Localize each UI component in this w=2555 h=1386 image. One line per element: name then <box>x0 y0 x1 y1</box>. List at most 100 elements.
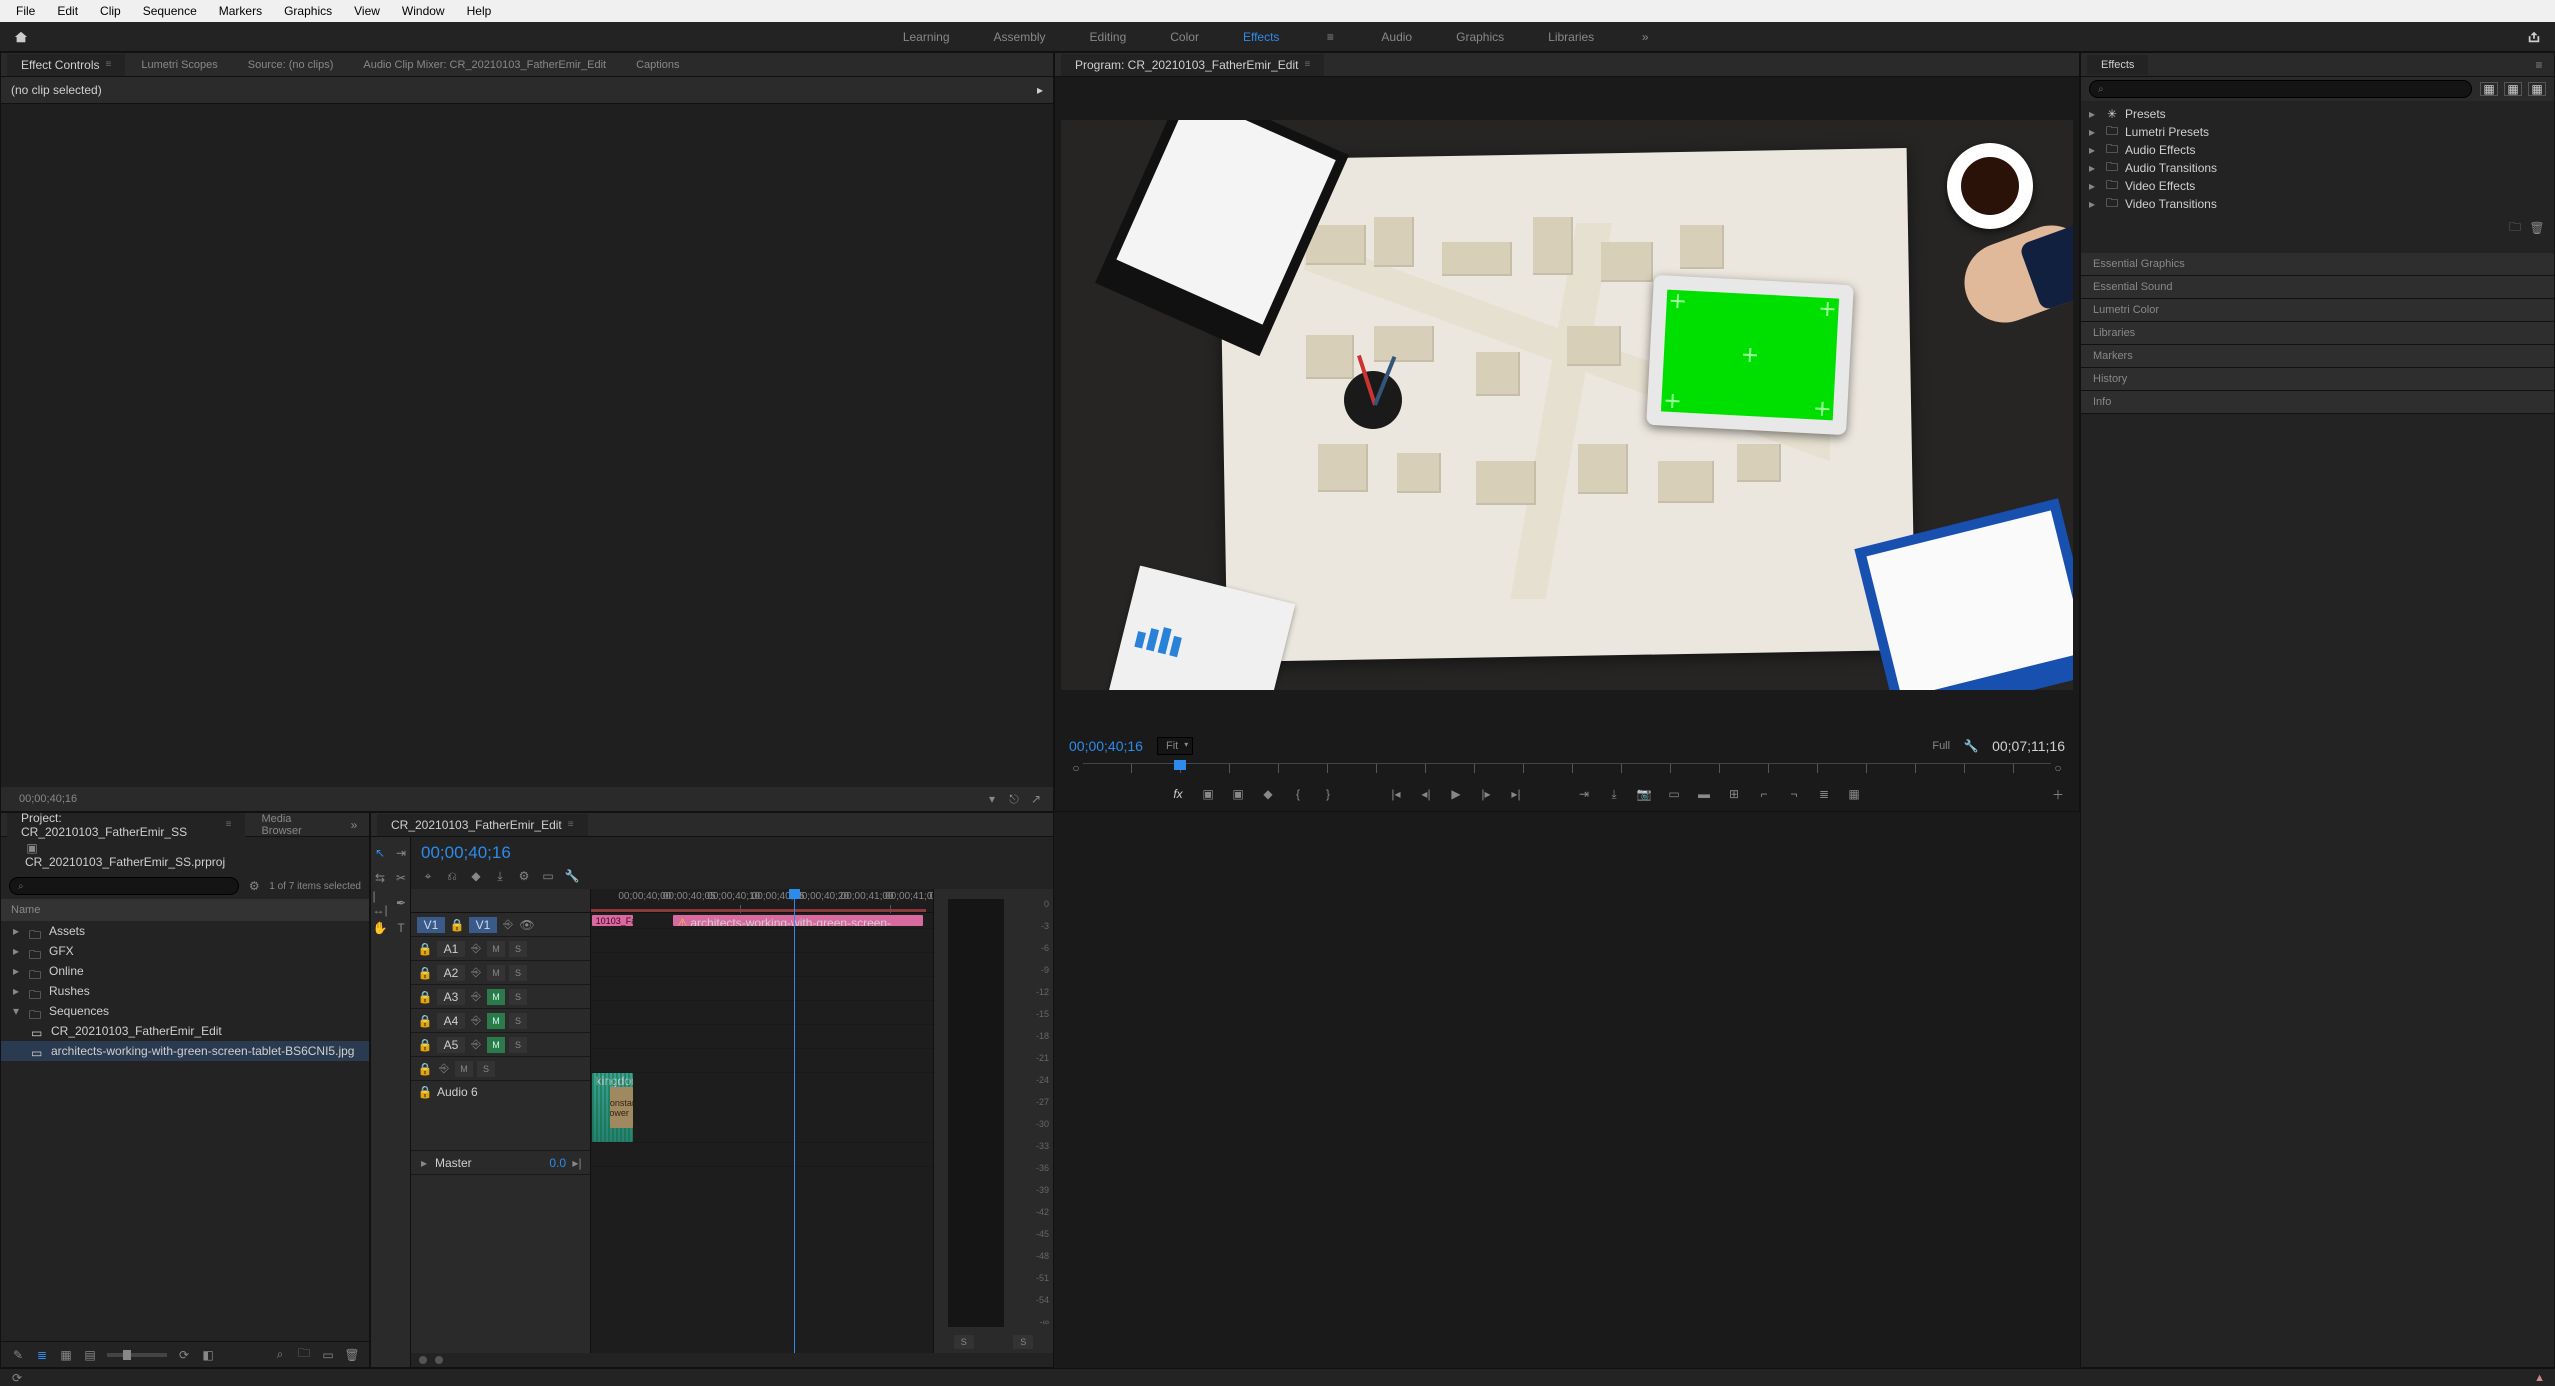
track-target-v1[interactable]: V1 <box>469 917 497 933</box>
menu-view[interactable]: View <box>344 2 390 20</box>
workspace-audio[interactable]: Audio <box>1381 30 1412 44</box>
track-head-unused[interactable]: 🔒⎆MS <box>411 1057 590 1081</box>
find-icon[interactable]: ⌕ <box>273 1348 287 1362</box>
step-forward-icon[interactable]: |▸ <box>1477 785 1495 803</box>
workspace-editing[interactable]: Editing <box>1090 30 1127 44</box>
meter-solo-left[interactable]: S <box>954 1335 974 1349</box>
panel-info[interactable]: Info <box>2081 391 2554 414</box>
clip-v1-image[interactable]: ⚠ architects-working-with-green-screen-t… <box>673 915 923 926</box>
menu-sequence[interactable]: Sequence <box>133 2 207 20</box>
folder-presets[interactable]: ▸✳Presets <box>2089 105 2546 123</box>
panel-lumetri-color[interactable]: Lumetri Color <box>2081 299 2554 322</box>
menu-edit[interactable]: Edit <box>47 2 88 20</box>
solo-button[interactable]: S <box>477 1061 495 1077</box>
freeform-view-icon[interactable]: ▤ <box>83 1348 97 1362</box>
menu-graphics[interactable]: Graphics <box>274 2 342 20</box>
track-extra[interactable] <box>591 1049 933 1073</box>
workspace-effects[interactable]: Effects <box>1243 30 1279 44</box>
export-icon[interactable]: ↗ <box>1029 792 1043 806</box>
go-to-out-icon[interactable]: ▸| <box>1507 785 1525 803</box>
thumbnail-size-slider[interactable] <box>107 1353 167 1357</box>
panel-libraries[interactable]: Libraries <box>2081 322 2554 345</box>
bin-rushes[interactable]: ▸🗀Rushes <box>1 981 369 1001</box>
program-viewer[interactable] <box>1061 120 2073 690</box>
panel-markers[interactable]: Markers <box>2081 345 2554 368</box>
bin-online[interactable]: ▸🗀Online <box>1 961 369 981</box>
tab-menu-icon[interactable]: ≡ <box>105 59 111 70</box>
sort-icon[interactable]: ⟳ <box>177 1348 191 1362</box>
add-button-icon[interactable]: ＋ <box>2049 785 2067 803</box>
menu-help[interactable]: Help <box>457 2 502 20</box>
yuv-effects-icon[interactable]: ▦ <box>2528 82 2546 96</box>
project-search-input[interactable]: ⌕ <box>9 877 239 895</box>
menu-file[interactable]: File <box>6 2 45 20</box>
program-timecode-left[interactable]: 00;00;40;16 <box>1069 738 1143 754</box>
link-icon[interactable]: ⎌ <box>445 869 459 883</box>
timeline-ruler[interactable]: 00;00;40;00 00;00;40;05 00;00;40;10 00;0… <box>591 889 933 912</box>
lock-icon[interactable]: 🔒 <box>417 1014 433 1028</box>
workspace-assembly[interactable]: Assembly <box>994 30 1046 44</box>
cc-icon[interactable]: ▭ <box>541 869 555 883</box>
quality-select[interactable]: Full <box>1932 740 1950 752</box>
go-in-icon[interactable]: { <box>1289 785 1307 803</box>
pen-tool-icon[interactable]: ✒ <box>394 895 409 910</box>
pencil-icon[interactable]: ✎ <box>11 1348 25 1362</box>
solo-button[interactable]: S <box>509 965 527 981</box>
track-head-v1[interactable]: V1 🔒 V1 ⎆ 👁 <box>411 913 590 937</box>
lock-icon[interactable]: 🔒 <box>417 1062 433 1076</box>
play-icon[interactable]: ▶ <box>1447 785 1465 803</box>
clip-v1-aep[interactable]: 10103_FatherEmir_SS.aep <box>592 915 633 926</box>
track-a5[interactable] <box>591 1025 933 1049</box>
settings-gear-icon[interactable]: ⚙ <box>517 869 531 883</box>
go-end-icon[interactable]: ▸| <box>570 1156 584 1170</box>
project-column-header[interactable]: Name <box>1 899 369 921</box>
tab-audio-clip-mixer[interactable]: Audio Clip Mixer: CR_20210103_FatherEmir… <box>349 55 620 75</box>
wrench-icon[interactable]: 🔧 <box>565 869 579 883</box>
menu-clip[interactable]: Clip <box>90 2 131 20</box>
timeline-playhead[interactable] <box>794 889 795 1353</box>
workspace-libraries[interactable]: Libraries <box>1548 30 1594 44</box>
trim-end-icon[interactable]: ¬ <box>1785 785 1803 803</box>
panel-essential-sound[interactable]: Essential Sound <box>2081 276 2554 299</box>
eye-icon[interactable]: 👁 <box>519 918 535 932</box>
track-a2[interactable] <box>591 953 933 977</box>
track-head-a4[interactable]: 🔒A4⎆MS <box>411 1009 590 1033</box>
folder-video-effects[interactable]: ▸🗀Video Effects <box>2089 177 2546 195</box>
bars-icon[interactable]: ≣ <box>1815 785 1833 803</box>
sync-lock-icon[interactable]: ⎆ <box>469 1014 483 1028</box>
sync-lock-icon[interactable]: ⎆ <box>469 990 483 1004</box>
lock-icon[interactable]: 🔒 <box>417 990 433 1004</box>
insert-icon[interactable]: ⇥ <box>1575 785 1593 803</box>
solo-button[interactable]: S <box>509 1013 527 1029</box>
lift-icon[interactable]: ▭ <box>1665 785 1683 803</box>
new-bin-icon[interactable]: 🗀 <box>2508 221 2522 235</box>
mute-button[interactable]: M <box>487 989 505 1005</box>
clip-audio6[interactable]: kingdom.wav Constant Power <box>592 1073 633 1142</box>
meter-solo-right[interactable]: S <box>1013 1335 1033 1349</box>
icon-view-icon[interactable]: ▦ <box>59 1348 73 1362</box>
new-bin-icon[interactable]: 🗀 <box>297 1348 311 1362</box>
workspace-graphics[interactable]: Graphics <box>1456 30 1504 44</box>
workspace-overflow-icon[interactable]: » <box>1638 30 1652 44</box>
solo-button[interactable]: S <box>509 941 527 957</box>
track-head-a5[interactable]: 🔒A5⎆MS <box>411 1033 590 1057</box>
tab-source[interactable]: Source: (no clips) <box>234 55 348 75</box>
mute-button[interactable]: M <box>487 941 505 957</box>
mute-button[interactable]: M <box>455 1061 473 1077</box>
snap-icon[interactable]: ⌖ <box>421 869 435 883</box>
solo-button[interactable]: S <box>509 1037 527 1053</box>
workspace-learning[interactable]: Learning <box>903 30 950 44</box>
menu-window[interactable]: Window <box>392 2 455 20</box>
menu-markers[interactable]: Markers <box>209 2 272 20</box>
folder-lumetri-presets[interactable]: ▸🗀Lumetri Presets <box>2089 123 2546 141</box>
track-select-tool-icon[interactable]: ⇥ <box>394 845 409 860</box>
mute-button[interactable]: M <box>487 1037 505 1053</box>
tab-menu-icon[interactable]: ≡ <box>226 819 232 830</box>
sync-lock-icon[interactable]: ⎆ <box>501 918 515 932</box>
funnel-icon[interactable]: ▾ <box>985 792 999 806</box>
lock-icon[interactable]: 🔒 <box>417 1038 433 1052</box>
track-a6[interactable]: kingdom.wav Constant Power <box>591 1073 933 1143</box>
mark-out-icon[interactable]: ▣ <box>1229 785 1247 803</box>
extract-icon[interactable]: ▬ <box>1695 785 1713 803</box>
timeline-timecode[interactable]: 00;00;40;16 <box>411 837 1053 869</box>
